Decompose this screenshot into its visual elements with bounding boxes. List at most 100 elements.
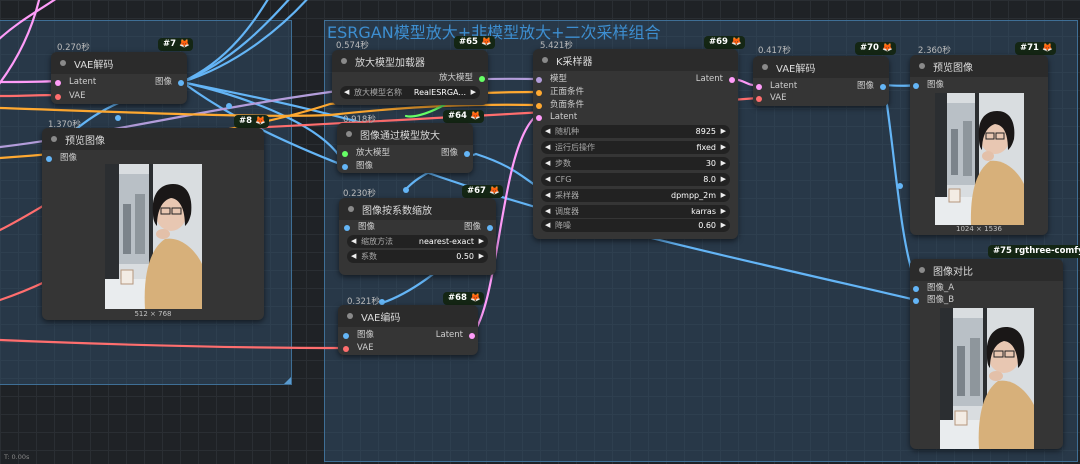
node-image-comparer-75[interactable]: 图像对比 图像_A 图像_B: [910, 259, 1063, 449]
next-arrow-icon: ▶: [720, 191, 726, 199]
node-68-badge: #68 🦊: [443, 292, 484, 305]
input-image[interactable]: 图像: [344, 222, 375, 233]
node-upscale-model-loader-65[interactable]: 放大模型加载器 放大模型 ◀ 放大模型名称 RealESRGA... ▶: [332, 50, 488, 105]
collapse-dot-icon[interactable]: [346, 131, 352, 137]
collapse-dot-icon[interactable]: [347, 313, 353, 319]
input-vae[interactable]: VAE: [756, 93, 786, 104]
collapse-dot-icon[interactable]: [919, 63, 925, 69]
node-header[interactable]: 图像对比: [910, 259, 1063, 281]
node-title: 图像按系数缩放: [362, 206, 432, 217]
fox-icon: 🦊: [469, 293, 481, 303]
upscale-model-name-combo[interactable]: ◀ 放大模型名称 RealESRGA... ▶: [340, 86, 480, 99]
input-upscale-model[interactable]: 放大模型: [342, 148, 390, 159]
input-image[interactable]: 图像: [343, 330, 374, 341]
node-7-badge: #7 🦊: [158, 38, 193, 51]
node-header[interactable]: VAE编码: [338, 305, 478, 327]
comparison-image[interactable]: [940, 308, 1034, 449]
input-model[interactable]: 模型: [536, 74, 567, 85]
node-header[interactable]: K采样器: [533, 49, 738, 71]
fox-icon: 🦊: [488, 186, 500, 196]
seed-number[interactable]: ◀ 随机种 8925 ▶: [541, 125, 730, 138]
node-preview-image-8[interactable]: 预览图像 图像 512 × 768: [42, 128, 264, 320]
next-arrow-icon: ▶: [478, 237, 484, 245]
node-header[interactable]: 图像按系数缩放: [339, 198, 496, 220]
collapse-dot-icon[interactable]: [542, 57, 548, 63]
fox-icon: 🦊: [881, 43, 893, 53]
collapse-dot-icon[interactable]: [919, 267, 925, 273]
fox-icon: 🦊: [1041, 43, 1053, 53]
input-vae[interactable]: VAE: [343, 343, 373, 354]
collapse-dot-icon[interactable]: [51, 136, 57, 142]
sampler-combo[interactable]: ◀ 采样器 dpmpp_2m ▶: [541, 189, 730, 202]
prev-arrow-icon: ◀: [545, 207, 551, 215]
portrait-photo-image: [935, 93, 1024, 225]
node-preview-image-71[interactable]: 预览图像 图像 1024 × 1536: [910, 55, 1048, 235]
node-64-badge: #64 🦊: [443, 110, 484, 123]
prev-arrow-icon: ◀: [351, 237, 357, 245]
input-image-a[interactable]: 图像_A: [913, 283, 954, 294]
output-latent[interactable]: Latent: [436, 330, 475, 341]
node-title: 图像对比: [933, 267, 973, 278]
node-65-badge: #65 🦊: [454, 36, 495, 49]
steps-number[interactable]: ◀ 步数 30 ▶: [541, 157, 730, 170]
input-latent[interactable]: Latent: [756, 81, 797, 92]
node-image-scale-by-67[interactable]: 图像按系数缩放 图像 图像 ◀ 缩放方法 nearest-exact ▶ ◀ 系…: [339, 198, 496, 275]
output-image[interactable]: 图像: [155, 77, 184, 88]
node-header[interactable]: VAE解码: [51, 52, 187, 74]
preview-image[interactable]: [935, 93, 1024, 225]
input-image[interactable]: 图像: [913, 80, 944, 91]
input-negative[interactable]: 负面条件: [536, 100, 584, 111]
fox-icon: 🦊: [730, 37, 742, 47]
input-image[interactable]: 图像: [342, 161, 373, 172]
node-vae-decode-7[interactable]: VAE解码 Latent VAE 图像: [51, 52, 187, 104]
input-image-b[interactable]: 图像_B: [913, 295, 954, 306]
node-header[interactable]: 预览图像: [910, 55, 1048, 77]
node-70-badge: #70 🦊: [855, 42, 896, 55]
input-latent[interactable]: Latent: [536, 112, 577, 123]
node-vae-encode-68[interactable]: VAE编码 图像 VAE Latent: [338, 305, 478, 355]
node-67-badge: #67 🦊: [462, 185, 503, 198]
decrement-arrow-icon: ◀: [545, 221, 551, 229]
prev-arrow-icon: ◀: [545, 143, 551, 151]
node-ksampler-69[interactable]: K采样器 模型 正面条件 负面条件 Latent Latent ◀ 随机种 8925…: [533, 49, 738, 239]
increment-arrow-icon: ▶: [478, 252, 484, 260]
node-header[interactable]: VAE解码: [753, 56, 889, 78]
collapse-dot-icon[interactable]: [60, 60, 66, 66]
scale-factor-number[interactable]: ◀ 系数 0.50 ▶: [347, 250, 488, 263]
next-arrow-icon: ▶: [720, 143, 726, 151]
node-upscale-image-64[interactable]: 图像通过模型放大 放大模型 图像 图像: [337, 123, 473, 173]
output-image[interactable]: 图像: [441, 148, 470, 159]
node-header[interactable]: 预览图像: [42, 128, 264, 150]
portrait-photo-image: [105, 164, 202, 309]
preview-image[interactable]: [105, 164, 202, 309]
scheduler-combo[interactable]: ◀ 调度器 karras ▶: [541, 205, 730, 218]
node-title: K采样器: [556, 57, 593, 68]
input-image[interactable]: 图像: [46, 153, 77, 164]
node-vae-decode-70[interactable]: VAE解码 Latent VAE 图像: [753, 56, 889, 106]
output-upscale-model[interactable]: 放大模型: [439, 73, 485, 84]
prev-arrow-icon: ◀: [344, 88, 350, 96]
node-title: VAE解码: [776, 64, 816, 75]
input-positive[interactable]: 正面条件: [536, 87, 584, 98]
collapse-dot-icon[interactable]: [348, 206, 354, 212]
upscale-method-combo[interactable]: ◀ 缩放方法 nearest-exact ▶: [347, 235, 488, 248]
decrement-arrow-icon: ◀: [351, 252, 357, 260]
output-image[interactable]: 图像: [857, 81, 886, 92]
node-header[interactable]: 放大模型加载器: [332, 50, 488, 72]
input-latent[interactable]: Latent: [55, 77, 96, 88]
output-image[interactable]: 图像: [464, 222, 493, 233]
image-size-caption: 512 × 768: [134, 310, 172, 318]
output-latent[interactable]: Latent: [696, 74, 735, 85]
node-header[interactable]: 图像通过模型放大: [337, 123, 473, 145]
image-size-caption: 1024 × 1536: [956, 225, 1002, 233]
input-vae[interactable]: VAE: [55, 91, 85, 102]
denoise-number[interactable]: ◀ 降噪 0.60 ▶: [541, 219, 730, 232]
node-71-badge: #71 🦊: [1015, 42, 1056, 55]
prev-arrow-icon: ◀: [545, 191, 551, 199]
node-70-exec-time: 0.417秒: [758, 46, 791, 56]
decrement-arrow-icon: ◀: [545, 127, 551, 135]
collapse-dot-icon[interactable]: [762, 64, 768, 70]
collapse-dot-icon[interactable]: [341, 58, 347, 64]
control-after-generate-combo[interactable]: ◀ 运行后操作 fixed ▶: [541, 141, 730, 154]
cfg-number[interactable]: ◀ CFG 8.0 ▶: [541, 173, 730, 186]
